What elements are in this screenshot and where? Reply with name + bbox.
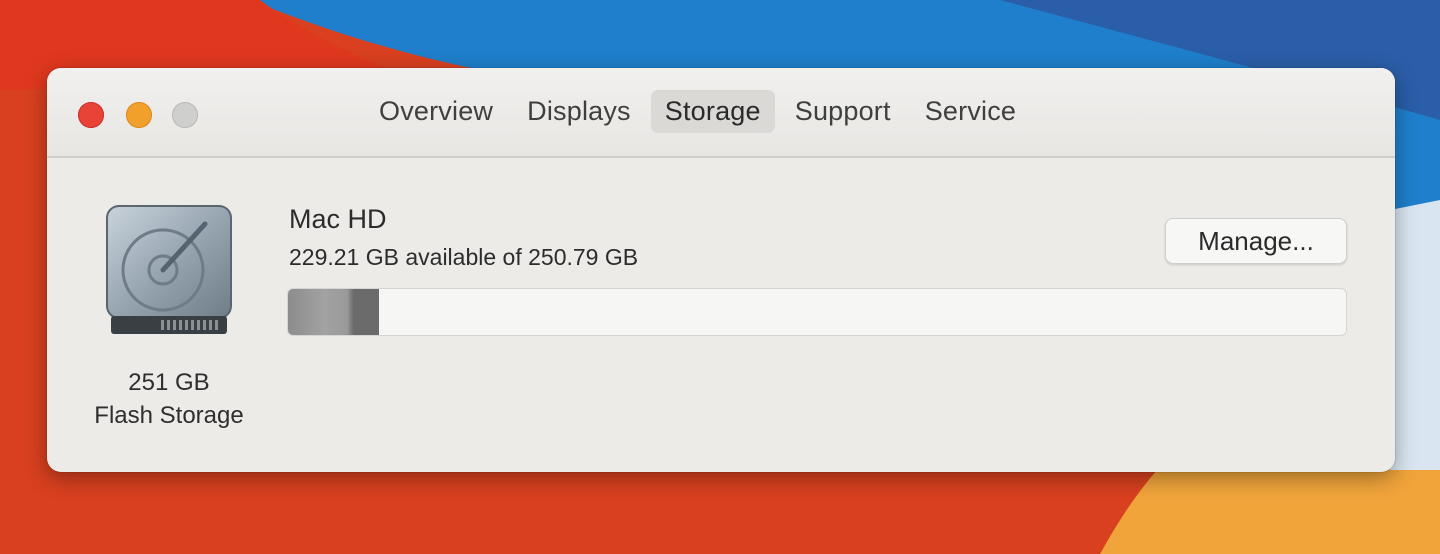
storage-panel: 251 GB Flash Storage Mac HD 229.21 GB av… bbox=[47, 158, 1395, 472]
about-this-mac-window: Overview Displays Storage Support Servic… bbox=[47, 68, 1395, 472]
tab-overview[interactable]: Overview bbox=[365, 90, 507, 133]
drive-caption: 251 GB Flash Storage bbox=[67, 366, 271, 432]
drive-type-label: Flash Storage bbox=[94, 402, 244, 429]
drive-size-label: 251 GB bbox=[128, 369, 210, 396]
tab-bar: Overview Displays Storage Support Servic… bbox=[365, 90, 1030, 133]
tab-storage[interactable]: Storage bbox=[650, 90, 775, 133]
zoom-button[interactable] bbox=[172, 102, 198, 128]
volume-name: Mac HD bbox=[289, 204, 387, 234]
close-button[interactable] bbox=[78, 102, 104, 128]
hard-drive-icon bbox=[106, 205, 232, 334]
tab-displays[interactable]: Displays bbox=[513, 90, 645, 133]
tab-service[interactable]: Service bbox=[911, 90, 1030, 133]
storage-used-segment bbox=[288, 289, 379, 335]
volume-availability: 229.21 GB available of 250.79 GB bbox=[289, 244, 639, 270]
storage-usage-bar bbox=[287, 288, 1347, 336]
tab-support[interactable]: Support bbox=[781, 90, 905, 133]
minimize-button[interactable] bbox=[126, 102, 152, 128]
manage-button[interactable]: Manage... bbox=[1165, 218, 1347, 264]
title-bar: Overview Displays Storage Support Servic… bbox=[47, 68, 1395, 158]
